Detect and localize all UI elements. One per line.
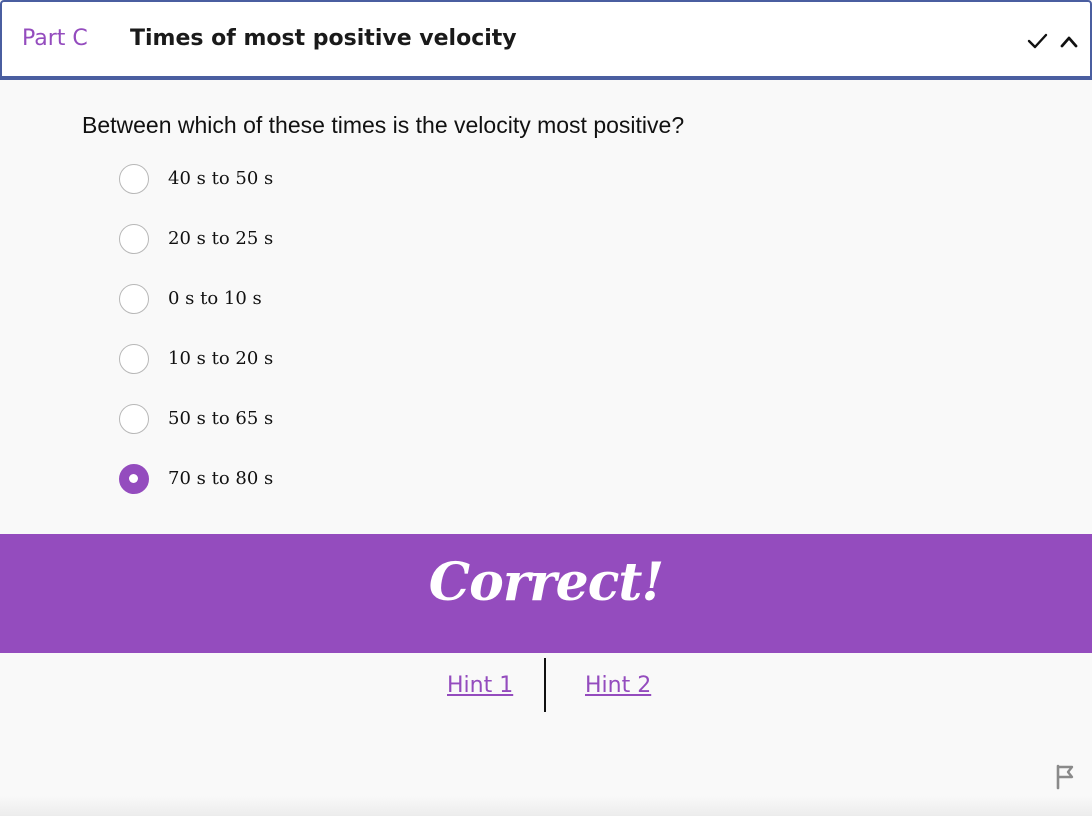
choice-option[interactable]: 70 s to 80 s [119, 463, 519, 495]
chevron-up-icon[interactable] [1058, 31, 1080, 51]
choice-label: 0 s to 10 s [168, 288, 262, 309]
choice-option[interactable]: 50 s to 65 s [119, 403, 519, 435]
feedback-text: Correct! [428, 552, 664, 613]
flag-icon[interactable] [1054, 764, 1076, 790]
radio-button[interactable] [119, 344, 149, 374]
part-label: Part C [22, 26, 88, 51]
choice-label: 70 s to 80 s [168, 468, 274, 489]
radio-button[interactable] [119, 224, 149, 254]
hint-2-link[interactable]: Hint 2 [585, 673, 651, 698]
radio-button[interactable] [119, 164, 149, 194]
check-icon [1027, 33, 1048, 49]
choice-label: 20 s to 25 s [168, 228, 274, 249]
question-text: Between which of these times is the velo… [82, 112, 685, 138]
part-title: Times of most positive velocity [130, 26, 517, 51]
hint-divider [544, 658, 546, 712]
choice-option[interactable]: 10 s to 20 s [119, 343, 519, 375]
choice-label: 40 s to 50 s [168, 168, 274, 189]
radio-button[interactable] [119, 404, 149, 434]
choice-label: 10 s to 20 s [168, 348, 274, 369]
choice-label: 50 s to 65 s [168, 408, 274, 429]
radio-button[interactable] [119, 284, 149, 314]
feedback-banner: Correct! [0, 534, 1092, 653]
hint-1-link[interactable]: Hint 1 [447, 673, 513, 698]
choice-option[interactable]: 0 s to 10 s [119, 283, 519, 315]
choice-option[interactable]: 20 s to 25 s [119, 223, 519, 255]
bottom-shade [0, 796, 1092, 816]
choice-option[interactable]: 40 s to 50 s [119, 163, 519, 195]
radio-button[interactable] [119, 464, 149, 494]
part-c-accordion-header[interactable]: Part C Times of most positive velocity [0, 0, 1092, 80]
